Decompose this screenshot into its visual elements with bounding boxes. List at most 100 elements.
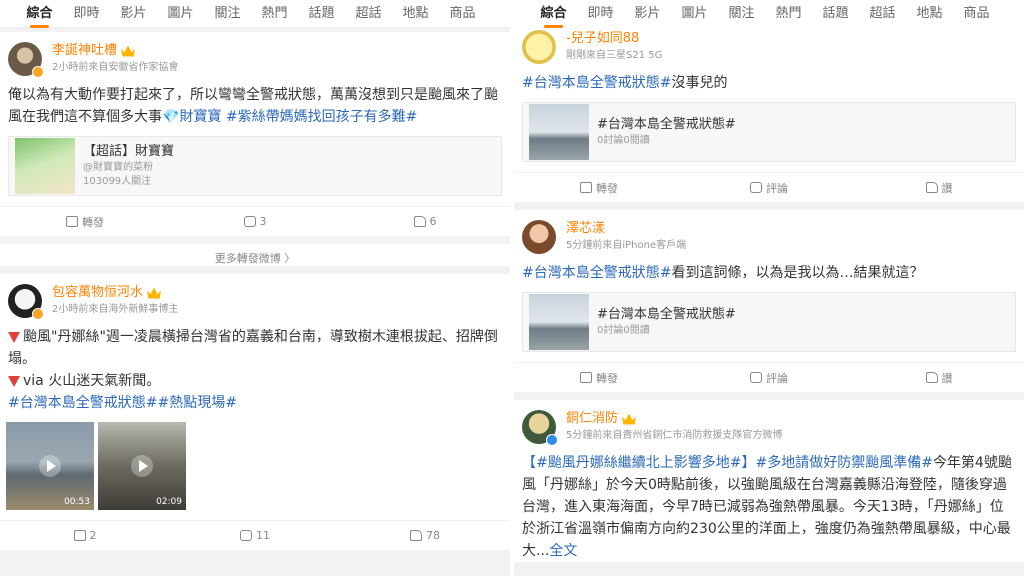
like-icon (925, 372, 938, 383)
gem-icon: 💎 (162, 109, 180, 125)
action-bar: 轉發 評論 讚 (514, 172, 1024, 202)
repost-label: 轉發 (596, 371, 618, 385)
comment-button[interactable]: 評論 (684, 173, 854, 202)
like-icon (410, 530, 422, 541)
repost-icon (66, 216, 78, 227)
tab-5[interactable]: 熱門 (765, 0, 812, 28)
video-thumbnail[interactable]: 00:53 (6, 422, 94, 510)
user-name[interactable]: -兒子如同88 (566, 30, 639, 48)
hashtag-link[interactable]: 財寶寶 (179, 109, 221, 125)
tab-7[interactable]: 超話 (345, 0, 392, 28)
repost-button[interactable]: 轉發 (514, 363, 684, 392)
tab-8[interactable]: 地點 (906, 0, 953, 28)
repost-label: 轉發 (596, 181, 618, 195)
comment-label: 評論 (766, 371, 788, 385)
red-triangle-icon (8, 375, 20, 387)
tab-6[interactable]: 話題 (812, 0, 859, 28)
crown-icon (121, 45, 136, 57)
user-name[interactable]: 銅仁消防 (566, 410, 618, 428)
repost-button[interactable]: 2 (0, 521, 170, 550)
video-thumbnail[interactable]: 02:09 (98, 422, 186, 510)
post-card: 李誕神吐槽 2小時前來自安徽省作家協會 俺以為有大動作要打起來了，所以彎彎全警戒… (0, 32, 510, 236)
post-card: 包容萬物恒河水 2小時前來自海外新鮮事博主 颱風"丹娜絲"週一凌晨橫掃台灣省的嘉… (0, 274, 510, 550)
tab-6[interactable]: 話題 (298, 0, 345, 28)
red-triangle-icon (8, 331, 20, 343)
avatar[interactable] (8, 284, 44, 320)
comment-icon (240, 530, 252, 541)
comment-label: 評論 (766, 181, 788, 195)
tab-9[interactable]: 商品 (439, 0, 486, 28)
repost-button[interactable]: 轉發 (514, 173, 684, 202)
tab-1[interactable]: 即時 (577, 0, 624, 28)
avatar[interactable] (522, 220, 556, 254)
tab-0[interactable]: 綜合 (16, 0, 63, 28)
card-title: #台灣本島全警戒狀態# (597, 117, 736, 132)
read-full-link[interactable]: 全文 (549, 543, 577, 559)
post-text: #台灣本島全警戒狀態#看到這詞條，以為是我以為…結果就這？ (514, 254, 1024, 284)
tab-9[interactable]: 商品 (953, 0, 1000, 28)
like-button[interactable]: 讚 (854, 173, 1024, 202)
supertopic-card[interactable]: 【超話】財寶寶 @財寶寶的菜粉 103099人關注 (8, 136, 502, 196)
like-icon (925, 182, 938, 193)
card-thumbnail (529, 294, 589, 350)
card-followers: 103099人關注 (83, 176, 152, 187)
comment-button[interactable]: 評論 (684, 363, 854, 392)
play-icon (39, 455, 61, 477)
tab-2[interactable]: 影片 (624, 0, 671, 28)
tab-4[interactable]: 關注 (718, 0, 765, 28)
avatar[interactable] (522, 410, 558, 446)
avatar[interactable] (8, 42, 44, 78)
repost-icon (73, 530, 86, 541)
post-card: 澤芯漾 5分鐘前來自iPhone客戶端 #台灣本島全警戒狀態#看到這詞條，以為是… (514, 210, 1024, 392)
hashtag-link[interactable]: #多地請做好防禦颱風準備# (755, 455, 932, 471)
card-stats: 0討論0閱讀 (597, 135, 650, 146)
post-card: 銅仁消防 5分鐘前來自貴州省銅仁市消防救援支隊官方微博 【#颱風丹娜絲繼續北上影… (514, 400, 1024, 562)
user-name[interactable]: 包容萬物恒河水 (52, 284, 143, 302)
tab-8[interactable]: 地點 (392, 0, 439, 28)
tab-7[interactable]: 超話 (859, 0, 906, 28)
action-bar: 轉發 3 6 (0, 206, 510, 236)
post-source: 5分鐘前來自iPhone客戶端 (566, 240, 687, 251)
tab-5[interactable]: 熱門 (251, 0, 298, 28)
comment-icon (750, 182, 762, 193)
crown-icon (622, 413, 637, 425)
like-button[interactable]: 讚 (854, 363, 1024, 392)
tab-2[interactable]: 影片 (110, 0, 157, 28)
user-name[interactable]: 澤芯漾 (566, 220, 605, 238)
post-text: #台灣本島全警戒狀態#沒事兒的 (514, 64, 1024, 94)
topic-card[interactable]: #台灣本島全警戒狀態# 0討論0閱讀 (522, 102, 1016, 162)
post-source: 2小時前來自安徽省作家協會 (52, 62, 179, 73)
repost-button[interactable]: 轉發 (0, 207, 170, 236)
topic-card[interactable]: #台灣本島全警戒狀態# 0討論0閱讀 (522, 292, 1016, 352)
video-duration: 02:09 (156, 497, 182, 507)
user-name[interactable]: 李誕神吐槽 (52, 42, 117, 60)
comment-count: 3 (259, 215, 267, 228)
card-title: 【超話】財寶寶 (83, 144, 175, 159)
comment-button[interactable]: 11 (170, 521, 340, 550)
like-label: 讚 (941, 181, 953, 195)
hashtag-link[interactable]: #台灣本島全警戒狀態# (522, 265, 671, 281)
tab-4[interactable]: 關注 (204, 0, 251, 28)
hashtag-link[interactable]: #台灣本島全警戒狀態# (8, 395, 157, 411)
post-card: -兒子如同88 剛剛來自三星S21 5G #台灣本島全警戒狀態#沒事兒的 #台灣… (514, 20, 1024, 202)
like-button[interactable]: 6 (340, 207, 510, 236)
comment-icon (243, 216, 256, 227)
hashtag-link[interactable]: #颱風丹娜絲繼續北上影響多地# (536, 455, 741, 471)
avatar[interactable] (522, 30, 556, 64)
play-icon (131, 455, 153, 477)
hashtag-link[interactable]: #台灣本島全警戒狀態# (522, 75, 671, 91)
tab-1[interactable]: 即時 (63, 0, 110, 28)
more-reposts-link[interactable]: 更多轉發微博 〉 (0, 236, 510, 266)
tab-3[interactable]: 圖片 (157, 0, 204, 28)
action-bar: 2 11 78 (0, 520, 510, 550)
post-line: via 火山迷天氣新聞。 (23, 373, 161, 389)
like-count: 6 (429, 215, 437, 228)
hashtag-link[interactable]: #熱點現場# (157, 395, 236, 411)
like-button[interactable]: 78 (340, 521, 510, 550)
post-body: 沒事兒的 (671, 75, 728, 91)
verified-badge-icon (546, 434, 558, 446)
tab-0[interactable]: 綜合 (530, 0, 577, 28)
tab-3[interactable]: 圖片 (671, 0, 718, 28)
hashtag-link[interactable]: #紫絲帶媽媽找回孩子有多難# (226, 109, 417, 125)
comment-button[interactable]: 3 (170, 207, 340, 236)
